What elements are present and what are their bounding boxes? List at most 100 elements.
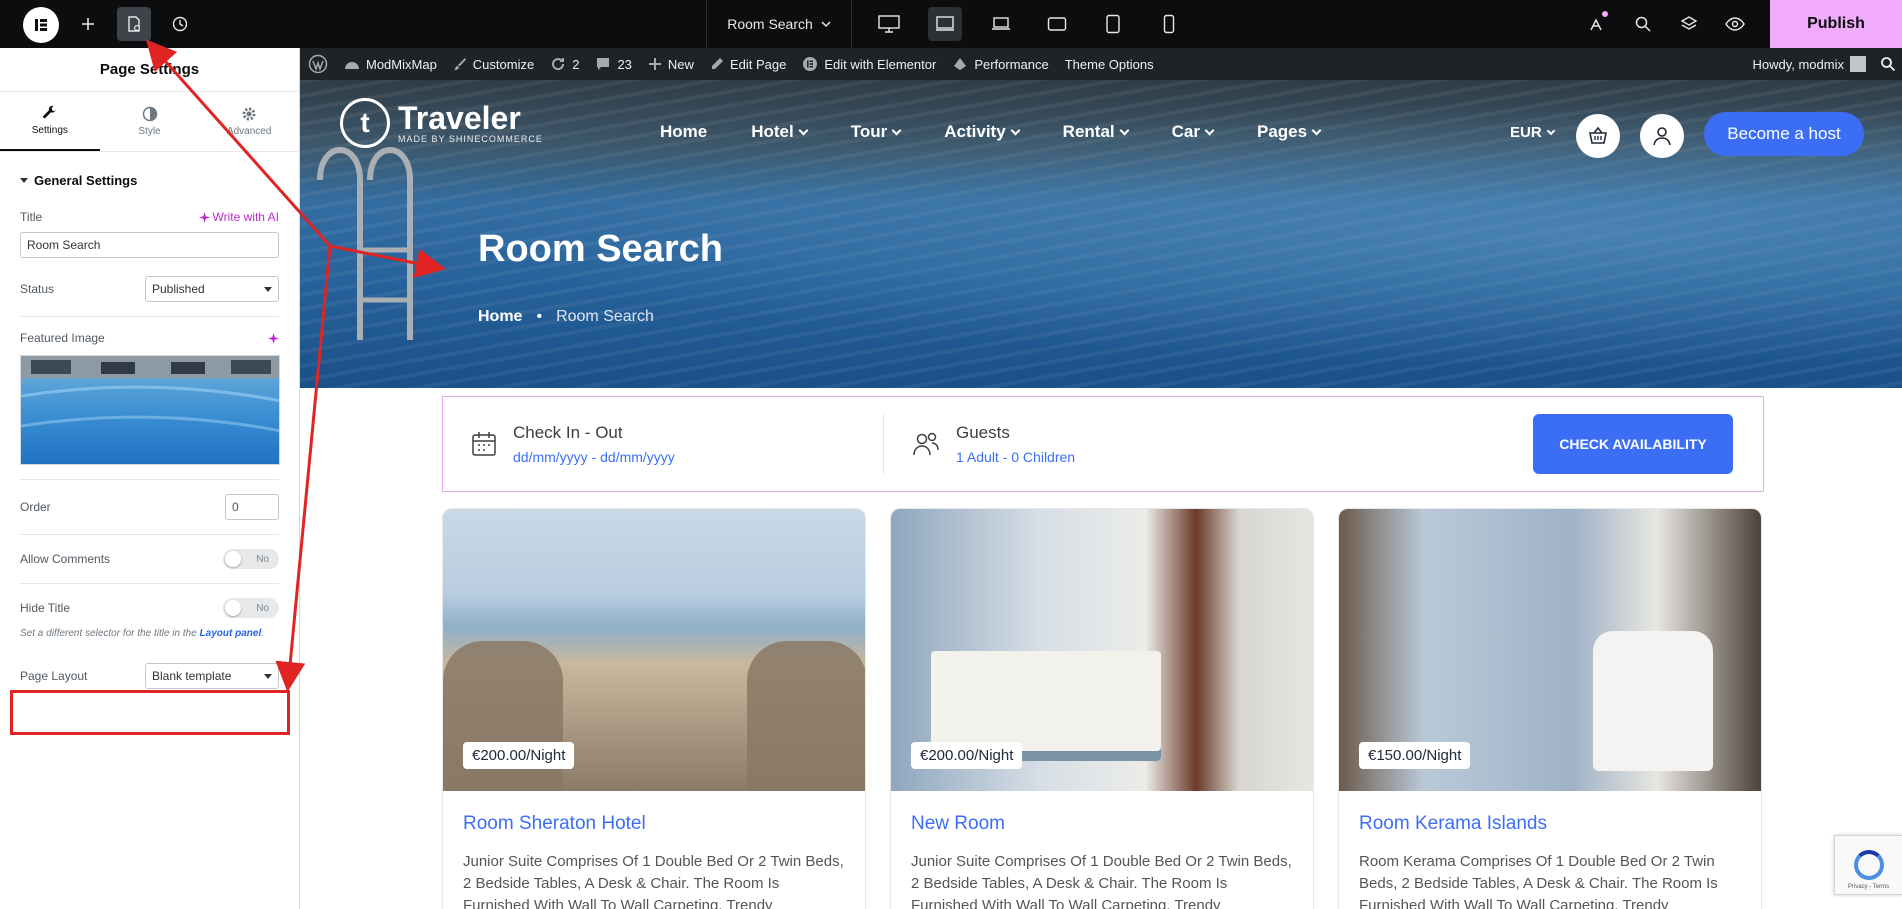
divider (20, 316, 279, 317)
nav-item-car[interactable]: Car (1172, 122, 1215, 142)
recaptcha-badge[interactable]: Privacy - Terms (1834, 835, 1902, 895)
wp-account[interactable]: Howdy, modmix (1752, 48, 1866, 80)
allow-comments-toggle[interactable]: No (223, 549, 279, 569)
panel-title: Page Settings (0, 48, 299, 92)
mobile-device-icon[interactable] (1152, 7, 1186, 41)
notifications-icon[interactable] (1580, 7, 1614, 41)
user-icon[interactable] (1640, 114, 1684, 158)
nav-item-tour[interactable]: Tour (850, 122, 902, 142)
tab-style[interactable]: Style (100, 92, 200, 151)
panel-tabs: Settings Style Advanced (0, 92, 299, 152)
performance-icon (954, 58, 967, 70)
new-label: New (667, 56, 694, 72)
wp-admin-bar: ModMixMap Customize 2 23 New Edit Page E… (300, 48, 1902, 80)
search-icon[interactable] (1626, 7, 1660, 41)
room-title[interactable]: Room Kerama Islands (1359, 813, 1741, 835)
laptop-device-icon[interactable] (928, 7, 962, 41)
room-title[interactable]: Room Sheraton Hotel (463, 813, 845, 835)
performance-label: Performance (974, 56, 1049, 72)
logo-subtitle: MADE BY SHINECOMMERCE (398, 134, 543, 144)
order-label: Order (20, 500, 51, 514)
wp-logo-icon[interactable] (300, 48, 336, 80)
order-input[interactable]: 0 (225, 494, 279, 520)
edit-elementor-label: Edit with Elementor (824, 56, 937, 72)
page-name-dropdown[interactable]: Room Search (706, 0, 852, 48)
desktop-device-icon[interactable] (872, 7, 906, 41)
structure-layers-icon[interactable] (1672, 7, 1706, 41)
breadcrumb-home[interactable]: Home (478, 308, 522, 326)
site-preview: t Traveler MADE BY SHINECOMMERCE Home Ho… (300, 80, 1902, 909)
checkin-field[interactable]: Check In - Out dd/mm/yyyy - dd/mm/yyyy (443, 414, 883, 474)
wp-theme-options[interactable]: Theme Options (1057, 48, 1162, 80)
section-toggle[interactable]: General Settings (20, 152, 279, 208)
page-settings-icon[interactable] (117, 7, 151, 41)
nav-item-hotel[interactable]: Hotel (751, 122, 809, 142)
site-logo[interactable]: t Traveler MADE BY SHINECOMMERCE (340, 98, 543, 148)
elementor-logo-icon[interactable] (23, 7, 59, 43)
room-cards: €200.00/Night Room Sheraton Hotel Junior… (442, 508, 1762, 909)
wp-site-name[interactable]: ModMixMap (336, 48, 445, 80)
wp-performance[interactable]: Performance (944, 48, 1056, 80)
check-availability-button[interactable]: CHECK AVAILABILITY (1533, 414, 1733, 474)
room-image[interactable]: €200.00/Night (443, 509, 865, 791)
tablet-portrait-icon[interactable] (1096, 7, 1130, 41)
cart-icon[interactable] (1576, 114, 1620, 158)
room-card[interactable]: €200.00/Night New Room Junior Suite Comp… (890, 508, 1314, 909)
section-title: General Settings (34, 172, 138, 188)
page-layout-select[interactable]: Blank template (145, 663, 279, 689)
wp-customize[interactable]: Customize (445, 48, 542, 80)
select-caret-icon (264, 673, 272, 679)
wp-updates[interactable]: 2 (542, 48, 587, 80)
featured-image-thumbnail[interactable] (20, 355, 280, 465)
history-icon[interactable] (163, 7, 197, 41)
wp-new[interactable]: New (640, 48, 702, 80)
status-select[interactable]: Published (145, 276, 279, 302)
elementor-topbar: Room Search Publish (0, 0, 1902, 48)
room-image[interactable]: €150.00/Night (1339, 509, 1761, 791)
currency-label: EUR (1510, 124, 1542, 141)
room-card[interactable]: €200.00/Night Room Sheraton Hotel Junior… (442, 508, 866, 909)
room-image[interactable]: €200.00/Night (891, 509, 1313, 791)
tablet-landscape-icon[interactable] (1040, 7, 1074, 41)
hide-title-toggle[interactable]: No (223, 598, 279, 618)
preview-eye-icon[interactable] (1718, 7, 1752, 41)
tab-settings-label: Settings (31, 125, 68, 136)
room-card[interactable]: €150.00/Night Room Kerama Islands Room K… (1338, 508, 1762, 909)
chevron-down-icon (1010, 125, 1021, 135)
tab-advanced[interactable]: Advanced (199, 92, 299, 151)
nav-item-home[interactable]: Home (660, 122, 707, 142)
tab-settings[interactable]: Settings (0, 92, 100, 151)
page-settings-panel: Page Settings Settings Style Advanced Ge… (0, 48, 300, 909)
traveler-logo-icon: t (340, 98, 390, 148)
search-icon[interactable] (1880, 56, 1896, 75)
write-with-ai-button[interactable]: Write with AI (198, 210, 279, 224)
ai-sparkle-icon[interactable] (268, 332, 279, 344)
users-icon (913, 432, 939, 456)
general-settings-section: General Settings Title Write with AI Roo… (0, 152, 299, 689)
pencil-icon (711, 58, 723, 69)
add-element-icon[interactable] (71, 7, 105, 41)
wp-edit-page[interactable]: Edit Page (702, 48, 794, 80)
nav-item-pages[interactable]: Pages (1257, 122, 1322, 142)
nav-label: Tour (850, 122, 888, 141)
hide-title-label: Hide Title (20, 601, 71, 615)
wp-edit-elementor[interactable]: Edit with Elementor (794, 48, 944, 80)
page-layout-row: Page Layout Blank template (20, 663, 279, 689)
publish-button[interactable]: Publish (1770, 0, 1902, 48)
become-host-button[interactable]: Become a host (1704, 112, 1864, 156)
room-title[interactable]: New Room (911, 813, 1293, 835)
nav-item-rental[interactable]: Rental (1063, 122, 1130, 142)
hide-title-help: Set a different selector for the title i… (20, 628, 265, 639)
widescreen-laptop-icon[interactable] (984, 7, 1018, 41)
checkin-value: dd/mm/yyyy - dd/mm/yyyy (513, 449, 675, 465)
title-label: Title (20, 210, 43, 224)
title-input[interactable]: Room Search (20, 232, 279, 258)
wp-comments[interactable]: 23 (587, 48, 639, 80)
layout-panel-link[interactable]: Layout panel (200, 628, 262, 639)
title-row: Title Write with AI (20, 210, 279, 224)
guests-field[interactable]: Guests 1 Adult - 0 Children (883, 414, 1323, 474)
currency-selector[interactable]: EUR (1510, 124, 1555, 141)
nav-item-activity[interactable]: Activity (944, 122, 1021, 142)
divider (20, 534, 279, 535)
nav-label: Activity (944, 122, 1006, 141)
